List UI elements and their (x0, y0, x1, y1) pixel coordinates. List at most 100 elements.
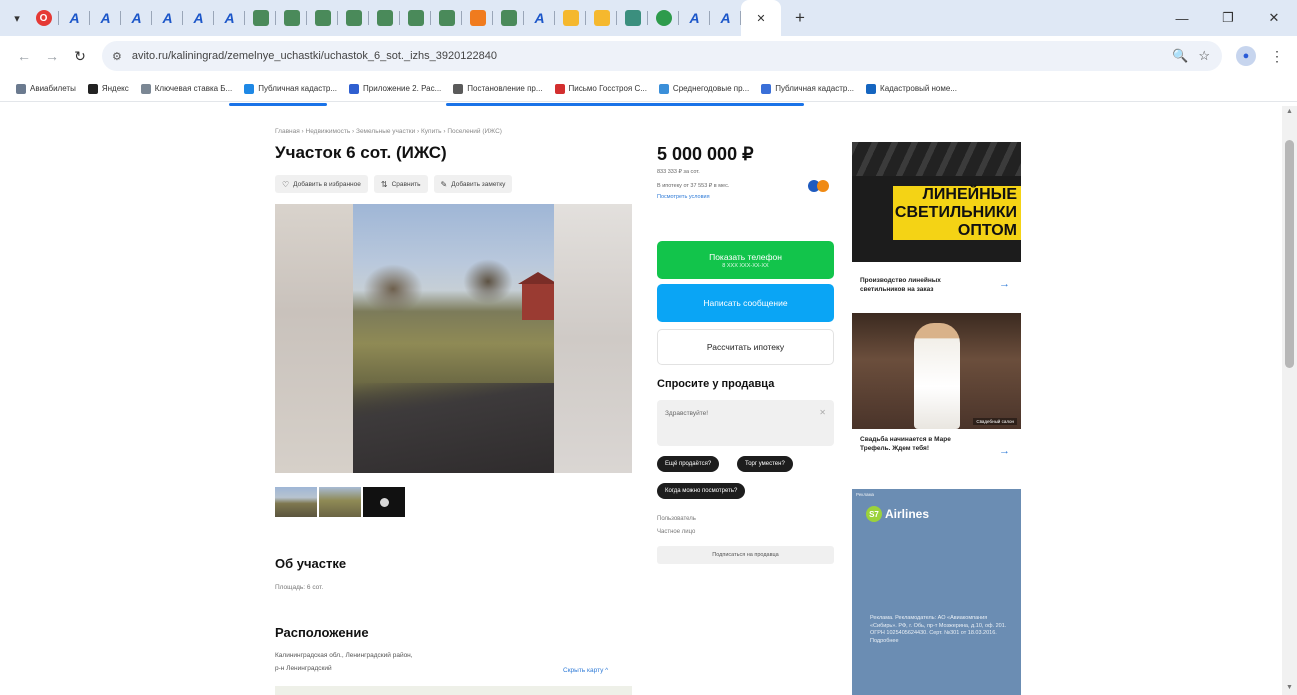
write-message-button[interactable]: Написать сообщение (657, 284, 834, 322)
browser-tab[interactable]: A (59, 0, 90, 36)
bookmark-label: Ключевая ставка Б... (154, 84, 233, 93)
bookmark-star-icon[interactable]: ☆ (1198, 48, 1210, 64)
bookmark-label: Публичная кадастр... (258, 84, 338, 93)
seller-type[interactable]: Пользователь (657, 516, 696, 522)
page-scrollbar[interactable]: ▲ ▼ (1282, 106, 1297, 695)
browser-tab[interactable]: A (524, 0, 555, 36)
browser-tab[interactable]: A (90, 0, 121, 36)
bookmark-item[interactable]: Приложение 2. Рас... (343, 78, 447, 100)
minimize-icon[interactable]: — (1159, 0, 1205, 36)
browser-tab[interactable] (369, 0, 400, 36)
browser-tab[interactable] (462, 0, 493, 36)
close-window-icon[interactable]: ✕ (1251, 0, 1297, 36)
browser-tab[interactable] (431, 0, 462, 36)
breadcrumb[interactable]: Главная › Недвижимость › Земельные участ… (275, 128, 502, 135)
bookmark-item[interactable]: Публичная кадастр... (755, 78, 860, 100)
gallery-blur-left (275, 204, 353, 473)
browser-tab[interactable] (555, 0, 586, 36)
browser-tab[interactable] (400, 0, 431, 36)
avito-icon: A (224, 10, 235, 26)
quick-question-chip[interactable]: Когда можно посмотреть? (657, 483, 746, 499)
ad-lights-caption[interactable]: Производство линейных светильников на за… (860, 276, 978, 294)
scroll-up-icon[interactable]: ▲ (1286, 108, 1293, 115)
restore-icon[interactable]: ❐ (1205, 0, 1251, 36)
browser-tab[interactable]: A (183, 0, 214, 36)
browser-tab[interactable]: A (214, 0, 245, 36)
main-photo[interactable] (353, 204, 554, 473)
browser-tab[interactable]: A (710, 0, 741, 36)
url-text[interactable]: avito.ru/kaliningrad/zemelnye_uchastki/u… (132, 50, 497, 62)
site-icon (252, 10, 269, 26)
ask-seller-input[interactable]: Здравствуйте! ✕ (657, 400, 834, 446)
quick-question-chip[interactable]: Торг уместен? (737, 456, 793, 472)
listing-action-button[interactable]: ⇅ Сравнить (373, 175, 428, 193)
browser-tab[interactable] (493, 0, 524, 36)
back-icon[interactable]: ← (10, 42, 38, 70)
browser-tab[interactable] (245, 0, 276, 36)
gallery-blur-right (554, 204, 632, 473)
map-preview[interactable] (275, 686, 632, 695)
ad-banner-lights[interactable]: ЛИНЕЙНЫЕ СВЕТИЛЬНИКИ ОПТОМ (852, 142, 1021, 262)
flag-icon (562, 10, 579, 26)
ad-banner-airline[interactable]: Реклама S7 Airlines Реклама. Рекламодате… (852, 489, 1021, 695)
bookmark-item[interactable]: Письмо Госстроя С... (549, 78, 653, 100)
browser-tab[interactable]: A (121, 0, 152, 36)
bookmark-item[interactable]: Постановление пр... (447, 78, 548, 100)
browser-menu-icon[interactable]: ⋮ (1270, 48, 1284, 65)
thumbnail-2[interactable] (319, 487, 361, 517)
ad-banner-wedding[interactable]: Свадебный салон (852, 313, 1021, 429)
bookmark-item[interactable]: Ключевая ставка Б... (135, 78, 238, 100)
play-icon (379, 497, 389, 507)
ad-legal-text: Реклама. Рекламодатель: АО «Авиакомпания… (870, 615, 1007, 644)
clear-icon[interactable]: ✕ (819, 408, 826, 417)
bookmark-item[interactable]: Публичная кадастр... (238, 78, 343, 100)
ad-wedding-caption[interactable]: Свадьба начинается в Маре Трефель. Ждем … (860, 435, 978, 453)
avito-icon: A (193, 10, 204, 26)
active-tab[interactable]: ✕ (741, 0, 781, 36)
mortgage-terms-link[interactable]: Посмотреть условия (657, 194, 710, 200)
zoom-icon[interactable]: 🔍 (1172, 48, 1188, 64)
show-phone-button[interactable]: Показать телефон 8 ХХХ ХХХ-ХХ-ХХ (657, 241, 834, 279)
close-tab-icon[interactable]: ✕ (756, 12, 765, 25)
address-bar[interactable]: ⚙ avito.ru/kaliningrad/zemelnye_uchastki… (102, 41, 1222, 71)
browser-tab[interactable] (307, 0, 338, 36)
bookmark-item[interactable]: Кадастровый номе... (860, 78, 963, 100)
browser-tab[interactable] (586, 0, 617, 36)
calc-mortgage-button[interactable]: Рассчитать ипотеку (657, 329, 834, 365)
subscribe-seller-button[interactable]: Подписаться на продавца (657, 546, 834, 564)
quick-question-chip[interactable]: Ещё продаётся? (657, 456, 720, 472)
ask-seller-text[interactable]: Здравствуйте! (665, 410, 708, 417)
thumbnail-1[interactable] (275, 487, 317, 517)
browser-tab[interactable]: A (152, 0, 183, 36)
scroll-down-icon[interactable]: ▼ (1286, 684, 1293, 691)
scroll-thumb[interactable] (1285, 140, 1294, 368)
tab-search-icon[interactable]: ▾ (6, 7, 28, 29)
arrow-right-icon[interactable]: → (999, 278, 1010, 290)
forward-icon[interactable]: → (38, 42, 66, 70)
mortgage-estimate: В ипотеку от 37 553 ₽ в мес. (657, 183, 730, 189)
avito-icon: A (131, 10, 142, 26)
site-info-icon[interactable]: ⚙ (112, 50, 122, 63)
browser-tab[interactable]: O (28, 0, 59, 36)
browser-tab[interactable] (276, 0, 307, 36)
listing-action-button[interactable]: ♡ Добавить в избранное (275, 175, 368, 193)
bookmark-item[interactable]: Авиабилеты (10, 78, 82, 100)
arrow-right-icon[interactable]: → (999, 445, 1010, 457)
browser-tab[interactable] (338, 0, 369, 36)
bookmark-item[interactable]: Среднегодовые пр... (653, 78, 755, 100)
browser-tab[interactable] (617, 0, 648, 36)
video-thumbnail[interactable] (363, 487, 405, 517)
browser-tab[interactable] (648, 0, 679, 36)
listing-action-button[interactable]: ✎ Добавить заметку (433, 175, 513, 193)
reload-icon[interactable]: ↻ (66, 42, 94, 70)
bookmark-item[interactable]: Яндекс (82, 78, 135, 100)
show-phone-label: Показать телефон (709, 251, 782, 262)
browser-tab[interactable]: A (679, 0, 710, 36)
photo-gallery[interactable] (275, 204, 632, 473)
listing-action-label: Добавить заметку (451, 180, 506, 188)
toggle-map-link[interactable]: Скрыть карту ^ (563, 667, 608, 674)
new-tab-button[interactable]: + (787, 5, 813, 31)
folder-icon (761, 83, 772, 94)
profile-avatar-icon[interactable]: ● (1236, 46, 1256, 66)
bookmark-label: Кадастровый номе... (880, 84, 957, 93)
